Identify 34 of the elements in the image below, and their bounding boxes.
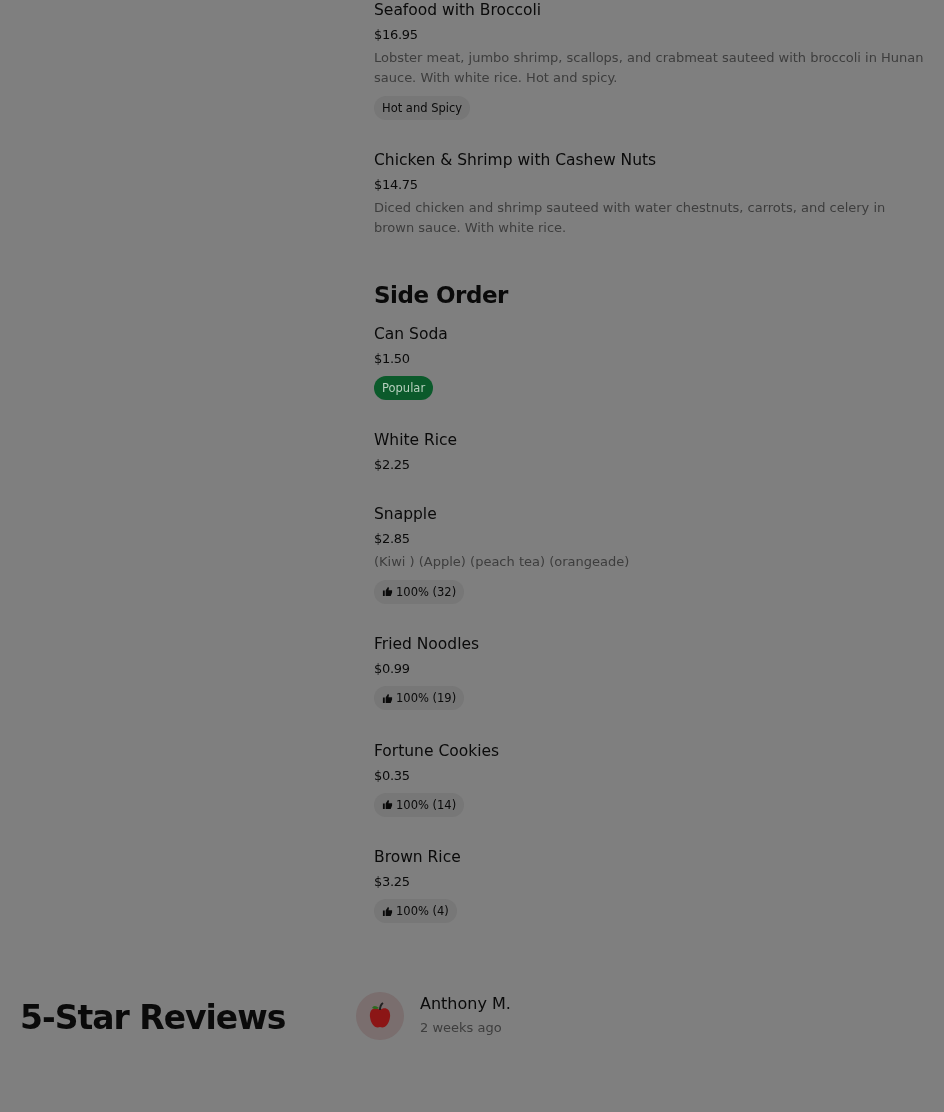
section-title: Side Order xyxy=(374,282,510,310)
item-price: $16.95 xyxy=(374,26,419,44)
section-title: 5-Star Reviews xyxy=(20,997,287,1039)
review-time: 2 weeks ago xyxy=(420,1018,503,1037)
rating-badge: 100% (32) xyxy=(374,579,465,604)
item-name: Snapple xyxy=(374,503,438,524)
thumbs-up-icon xyxy=(382,799,393,811)
tag-badge: Hot and Spicy xyxy=(374,96,471,120)
item-price: $2.25 xyxy=(374,455,411,474)
reviewer-name: Anthony M. xyxy=(420,993,511,1014)
item-name: Fortune Cookies xyxy=(374,740,501,761)
thumbs-up-icon xyxy=(382,692,393,704)
item-description: Lobster meat, jumbo shrimp, scallops, and crabmeat sauteed with broccoli in Hunan sauce. With white rice. Hot and spicy. xyxy=(374,49,924,87)
rating-badge: 100% (4) xyxy=(374,899,457,924)
item-name: Can Soda xyxy=(374,323,449,344)
apple-icon xyxy=(367,1001,393,1030)
rating-badge: 100% (19) xyxy=(374,686,465,711)
rating-badge: 100% (14) xyxy=(374,792,465,817)
item-name: Fried Noodles xyxy=(374,634,481,655)
item-name: Chicken & Shrimp with Cashew Nuts xyxy=(374,150,658,170)
item-price: $0.35 xyxy=(374,766,411,785)
item-price: $3.25 xyxy=(374,873,411,892)
thumbs-up-icon xyxy=(382,905,393,917)
item-description: Diced chicken and shrimp sauteed with water chestnuts, carrots, and celery in brown sauce. With white rice. xyxy=(374,199,887,237)
thumbs-up-icon xyxy=(382,586,393,598)
item-name: Brown Rice xyxy=(374,847,462,868)
item-name: White Rice xyxy=(374,429,459,450)
item-name: Seafood with Broccoli xyxy=(374,0,543,20)
item-price: $14.75 xyxy=(374,176,419,194)
item-price: $0.99 xyxy=(374,660,411,679)
item-description: (Kiwi ) (Apple) (peach tea) (orangeade) xyxy=(374,552,631,571)
item-price: $2.85 xyxy=(374,529,411,548)
popular-badge: Popular xyxy=(374,375,434,400)
item-price: $1.50 xyxy=(374,349,411,368)
